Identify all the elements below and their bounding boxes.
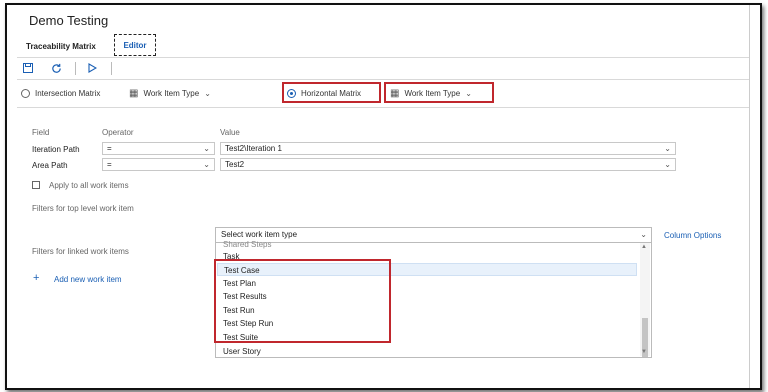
intersection-type-dropdown[interactable]: ▦ Work Item Type ⌄: [129, 83, 211, 103]
field-label: Iteration Path: [32, 145, 80, 154]
options-divider: [17, 107, 749, 108]
apply-all-label: Apply to all work items: [49, 181, 129, 190]
chevron-down-icon: ⌄: [203, 160, 210, 169]
grid-icon: ▦: [390, 87, 400, 99]
field-header: Field: [32, 128, 50, 137]
grid-icon: ▦: [129, 87, 139, 99]
add-icon[interactable]: +: [33, 273, 39, 284]
field-label: Area Path: [32, 161, 68, 170]
play-icon[interactable]: [85, 61, 99, 75]
chevron-down-icon: ⌄: [664, 160, 671, 169]
refresh-icon[interactable]: [49, 61, 63, 75]
operator-select[interactable]: = ⌄: [102, 158, 215, 171]
horizontal-type-dropdown[interactable]: ▦ Work Item Type ⌄: [390, 83, 472, 103]
intersection-label: Intersection Matrix: [35, 88, 101, 98]
tab-divider: [17, 57, 749, 58]
intersection-radio[interactable]: [21, 88, 30, 98]
operator-select[interactable]: = ⌄: [102, 142, 215, 155]
toolbar-separator: [75, 62, 76, 75]
toolbar-separator: [111, 62, 112, 75]
operator-header: Operator: [102, 128, 134, 137]
scroll-up-icon[interactable]: ▲: [641, 244, 647, 250]
operator-value: =: [107, 160, 112, 169]
apply-all-checkbox[interactable]: [32, 181, 40, 189]
horizontal-type-label: Work Item Type: [404, 88, 461, 98]
operator-value: =: [107, 144, 112, 153]
horizontal-matrix-option[interactable]: Horizontal Matrix: [287, 83, 361, 103]
highlight-box: [214, 259, 391, 343]
chevron-down-icon: ⌄: [664, 144, 671, 153]
dropdown-scrollbar[interactable]: ▲ ▼: [640, 243, 650, 357]
list-item[interactable]: User Story: [217, 345, 637, 357]
top-level-filters-label: Filters for top level work item: [32, 204, 134, 213]
horizontal-label: Horizontal Matrix: [301, 88, 362, 98]
value-select[interactable]: Test2 ⌄: [220, 158, 676, 171]
chevron-down-icon: ⌄: [203, 144, 210, 153]
page-title: Demo Testing: [29, 13, 109, 28]
column-options-link[interactable]: Column Options: [664, 231, 721, 240]
value-text: Test2: [225, 160, 245, 169]
linked-filters-label: Filters for linked work items: [32, 247, 129, 256]
tab-traceability-matrix[interactable]: Traceability Matrix: [26, 42, 96, 51]
toolbar-divider: [17, 79, 749, 80]
add-new-work-item-link[interactable]: Add new work item: [54, 275, 122, 284]
intersection-matrix-option[interactable]: Intersection Matrix: [21, 83, 100, 103]
scroll-down-icon[interactable]: ▼: [641, 349, 647, 355]
value-text: Test2\Iteration 1: [225, 144, 282, 153]
chevron-down-icon: ⌄: [640, 230, 647, 239]
tab-editor[interactable]: Editor: [114, 34, 156, 56]
app-window: Demo Testing Traceability Matrix Editor …: [5, 3, 762, 390]
save-icon[interactable]: [21, 61, 35, 75]
chevron-down-icon: ⌄: [204, 88, 211, 98]
value-select[interactable]: Test2\Iteration 1 ⌄: [220, 142, 676, 155]
horizontal-radio[interactable]: [287, 88, 296, 98]
value-header: Value: [220, 128, 240, 137]
chevron-down-icon: ⌄: [465, 88, 472, 98]
intersection-type-label: Work Item Type: [143, 88, 200, 98]
editor-panel: Demo Testing Traceability Matrix Editor …: [7, 5, 750, 388]
